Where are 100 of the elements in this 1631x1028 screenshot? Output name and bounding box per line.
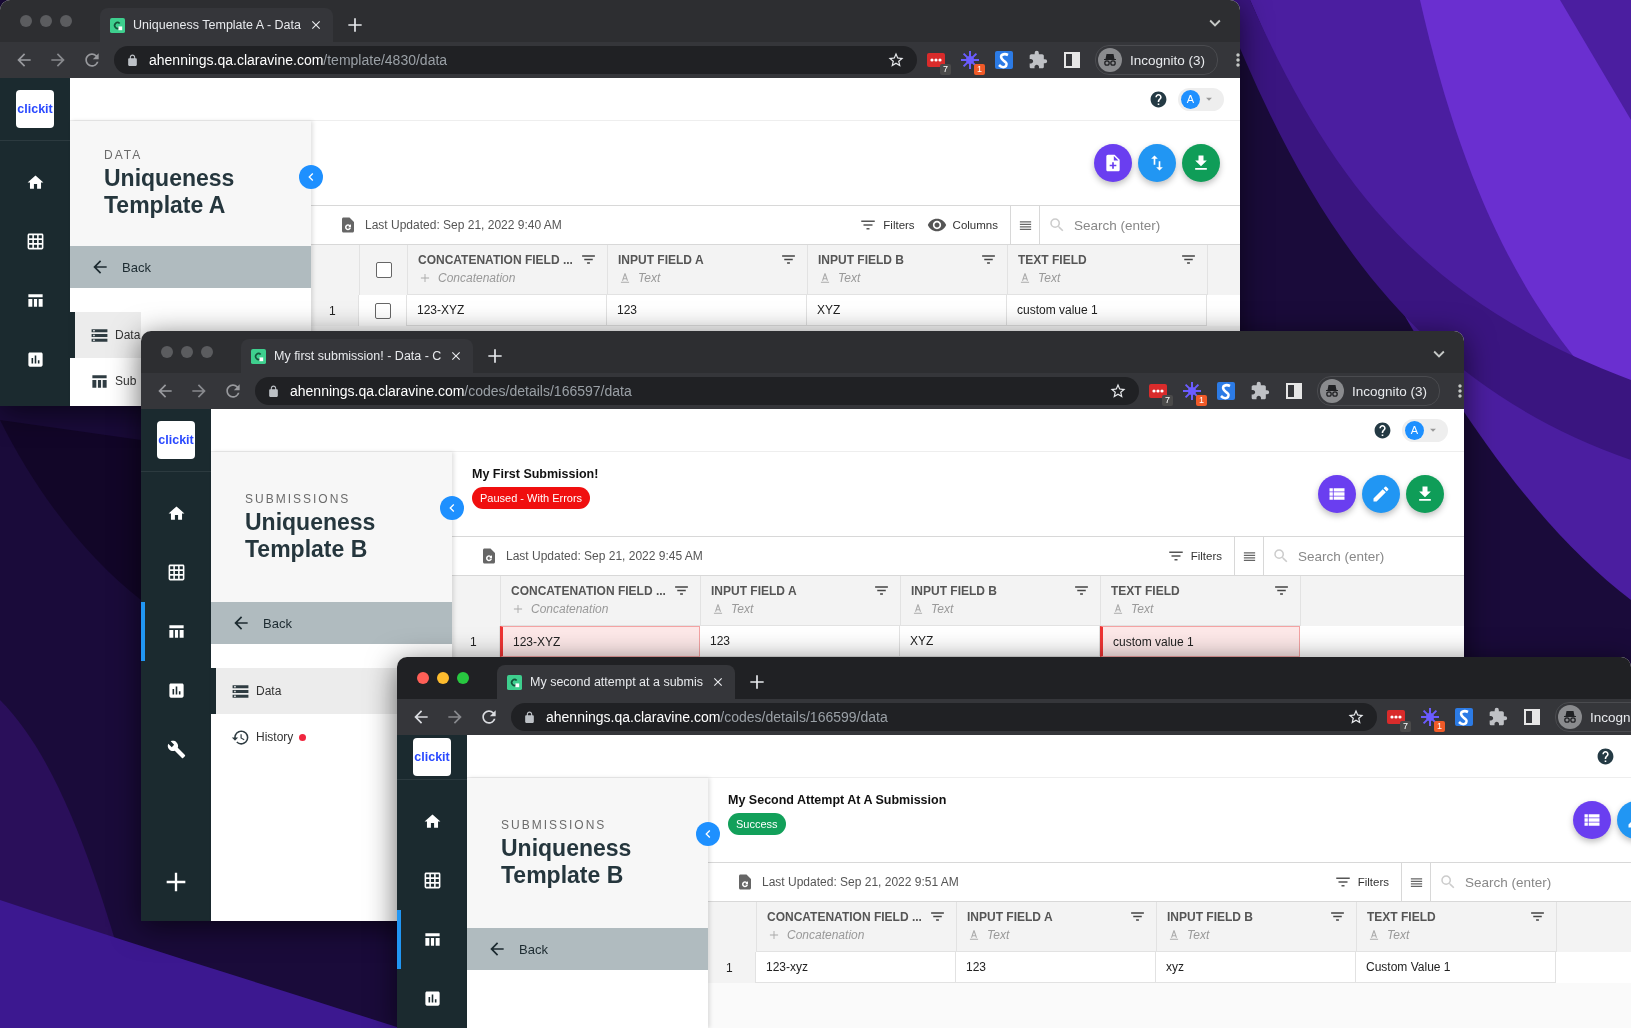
- burst-extension-icon[interactable]: [960, 50, 980, 70]
- close-window-button[interactable]: [417, 672, 429, 684]
- logo-extension-icon[interactable]: [1454, 707, 1474, 727]
- table-cell: 123-XYZ: [500, 626, 700, 657]
- filters-button[interactable]: Filters: [859, 216, 915, 234]
- dots-extension-icon[interactable]: [926, 50, 946, 70]
- column-name: TEXT FIELD: [1367, 909, 1436, 924]
- notification-count: 7: [940, 64, 951, 75]
- history-icon: [231, 727, 250, 747]
- add-file-button[interactable]: [1094, 144, 1132, 182]
- app-logo[interactable]: clickit: [157, 421, 195, 459]
- menu-item[interactable]: Data: [70, 312, 141, 358]
- text-type-icon: [1018, 271, 1032, 285]
- help-icon[interactable]: [1596, 746, 1615, 766]
- maximize-window-button[interactable]: [457, 672, 469, 684]
- filters-button[interactable]: Filters: [1333, 873, 1389, 891]
- status-badge: Success: [728, 813, 786, 835]
- table-cell: custom value 1: [1100, 626, 1300, 657]
- address-bar[interactable]: ahennings.qa.claravine.com/codes/details/166597/data: [255, 377, 1139, 405]
- edit-button[interactable]: [1362, 475, 1400, 513]
- table-cell: 123-XYZ: [407, 295, 607, 326]
- table-cell: 123: [956, 952, 1156, 983]
- columns-button[interactable]: Columns: [926, 215, 998, 235]
- browser-tab[interactable]: My second attempt at a submis: [497, 665, 735, 699]
- column-type: Concatenation: [531, 602, 609, 616]
- home-icon: [166, 504, 186, 523]
- table-cell: custom value 1: [1007, 295, 1207, 326]
- incognito-button[interactable]: Incogn: [1555, 702, 1631, 732]
- url-text: ahennings.qa.claravine.com/template/4830/data: [149, 52, 449, 68]
- notification-count: 1: [974, 64, 985, 75]
- collapse-button[interactable]: [299, 165, 323, 189]
- collapse-button[interactable]: [440, 496, 464, 520]
- back-button[interactable]: Back: [467, 928, 708, 970]
- puzzle-icon[interactable]: [1028, 50, 1048, 70]
- text-type-icon: [967, 928, 981, 942]
- column-type: Concatenation: [787, 928, 865, 942]
- column-type: Concatenation: [438, 271, 516, 285]
- column-type: Text: [987, 928, 1010, 942]
- burst-extension-icon[interactable]: [1182, 381, 1202, 401]
- puzzle-icon[interactable]: [1488, 707, 1508, 727]
- star-icon[interactable]: [887, 51, 905, 69]
- table-icon: [166, 622, 186, 641]
- app-logo[interactable]: clickit: [16, 90, 54, 128]
- column-type: Text: [731, 602, 754, 616]
- home-icon: [422, 812, 442, 831]
- dots-extension-icon[interactable]: [1148, 381, 1168, 401]
- side-panel-icon[interactable]: [1062, 50, 1082, 70]
- side-panel-icon[interactable]: [1284, 381, 1304, 401]
- menu-item[interactable]: Data: [211, 668, 397, 714]
- side-panel-icon[interactable]: [1522, 707, 1542, 727]
- checkbox[interactable]: [374, 302, 391, 319]
- back-button[interactable]: Back: [211, 602, 452, 644]
- help-icon[interactable]: [1149, 89, 1168, 109]
- address-bar[interactable]: ahennings.qa.claravine.com/codes/details/166599/data: [511, 703, 1377, 731]
- dots-extension-icon[interactable]: [1386, 707, 1406, 727]
- checkbox[interactable]: [375, 262, 392, 278]
- url-text: ahennings.qa.claravine.com/codes/details/166597/data: [290, 383, 633, 399]
- incognito-button[interactable]: Incognito (3): [1095, 45, 1219, 75]
- download-button[interactable]: [1182, 144, 1220, 182]
- file-refresh-icon: [736, 873, 754, 891]
- close-icon[interactable]: [711, 675, 725, 689]
- star-icon[interactable]: [1347, 708, 1365, 726]
- search-field[interactable]: Search (enter): [1463, 873, 1627, 891]
- reload-icon[interactable]: [82, 50, 102, 70]
- back-button[interactable]: Back: [70, 246, 311, 288]
- site-icon: [251, 348, 266, 364]
- app-logo[interactable]: clickit: [413, 738, 451, 776]
- new-tab-icon[interactable]: [747, 672, 767, 692]
- list-view-button[interactable]: [1318, 475, 1356, 513]
- column-type: Text: [931, 602, 954, 616]
- density-button[interactable]: [1401, 863, 1431, 901]
- collapse-button[interactable]: [696, 822, 720, 846]
- incognito-button[interactable]: Incognito (3): [1317, 376, 1441, 406]
- avatar: A: [1181, 89, 1200, 109]
- logo-extension-icon[interactable]: [1216, 381, 1236, 401]
- list-view-button[interactable]: [1573, 801, 1611, 839]
- star-icon[interactable]: [1109, 382, 1127, 400]
- density-button[interactable]: [1234, 537, 1264, 575]
- search-field[interactable]: Search (enter): [1072, 216, 1236, 234]
- swap-button[interactable]: [1138, 144, 1176, 182]
- menu-item[interactable]: History: [211, 714, 397, 760]
- address-bar[interactable]: ahennings.qa.claravine.com/template/4830/data: [114, 46, 917, 74]
- text-type-icon: [618, 271, 632, 285]
- density-button[interactable]: [1010, 206, 1040, 244]
- help-icon[interactable]: [1373, 420, 1392, 440]
- browser-tab[interactable]: Uniqueness Template A - Data: [100, 8, 333, 42]
- column-type: Text: [1038, 271, 1061, 285]
- logo-extension-icon[interactable]: [994, 50, 1014, 70]
- burst-extension-icon[interactable]: [1420, 707, 1440, 727]
- column-name: TEXT FIELD: [1018, 252, 1087, 267]
- menu-item[interactable]: Sub: [70, 358, 141, 404]
- puzzle-icon[interactable]: [1250, 381, 1270, 401]
- minimize-window-button[interactable]: [437, 672, 449, 684]
- download-button[interactable]: [1406, 475, 1444, 513]
- reload-icon[interactable]: [223, 381, 243, 401]
- page-title: Uniqueness Template B: [501, 834, 633, 889]
- search-field[interactable]: Search (enter): [1296, 547, 1460, 565]
- reload-icon[interactable]: [479, 707, 499, 727]
- filters-button[interactable]: Filters: [1166, 547, 1222, 565]
- browser-tab[interactable]: My first submission! - Data - C: [241, 339, 474, 373]
